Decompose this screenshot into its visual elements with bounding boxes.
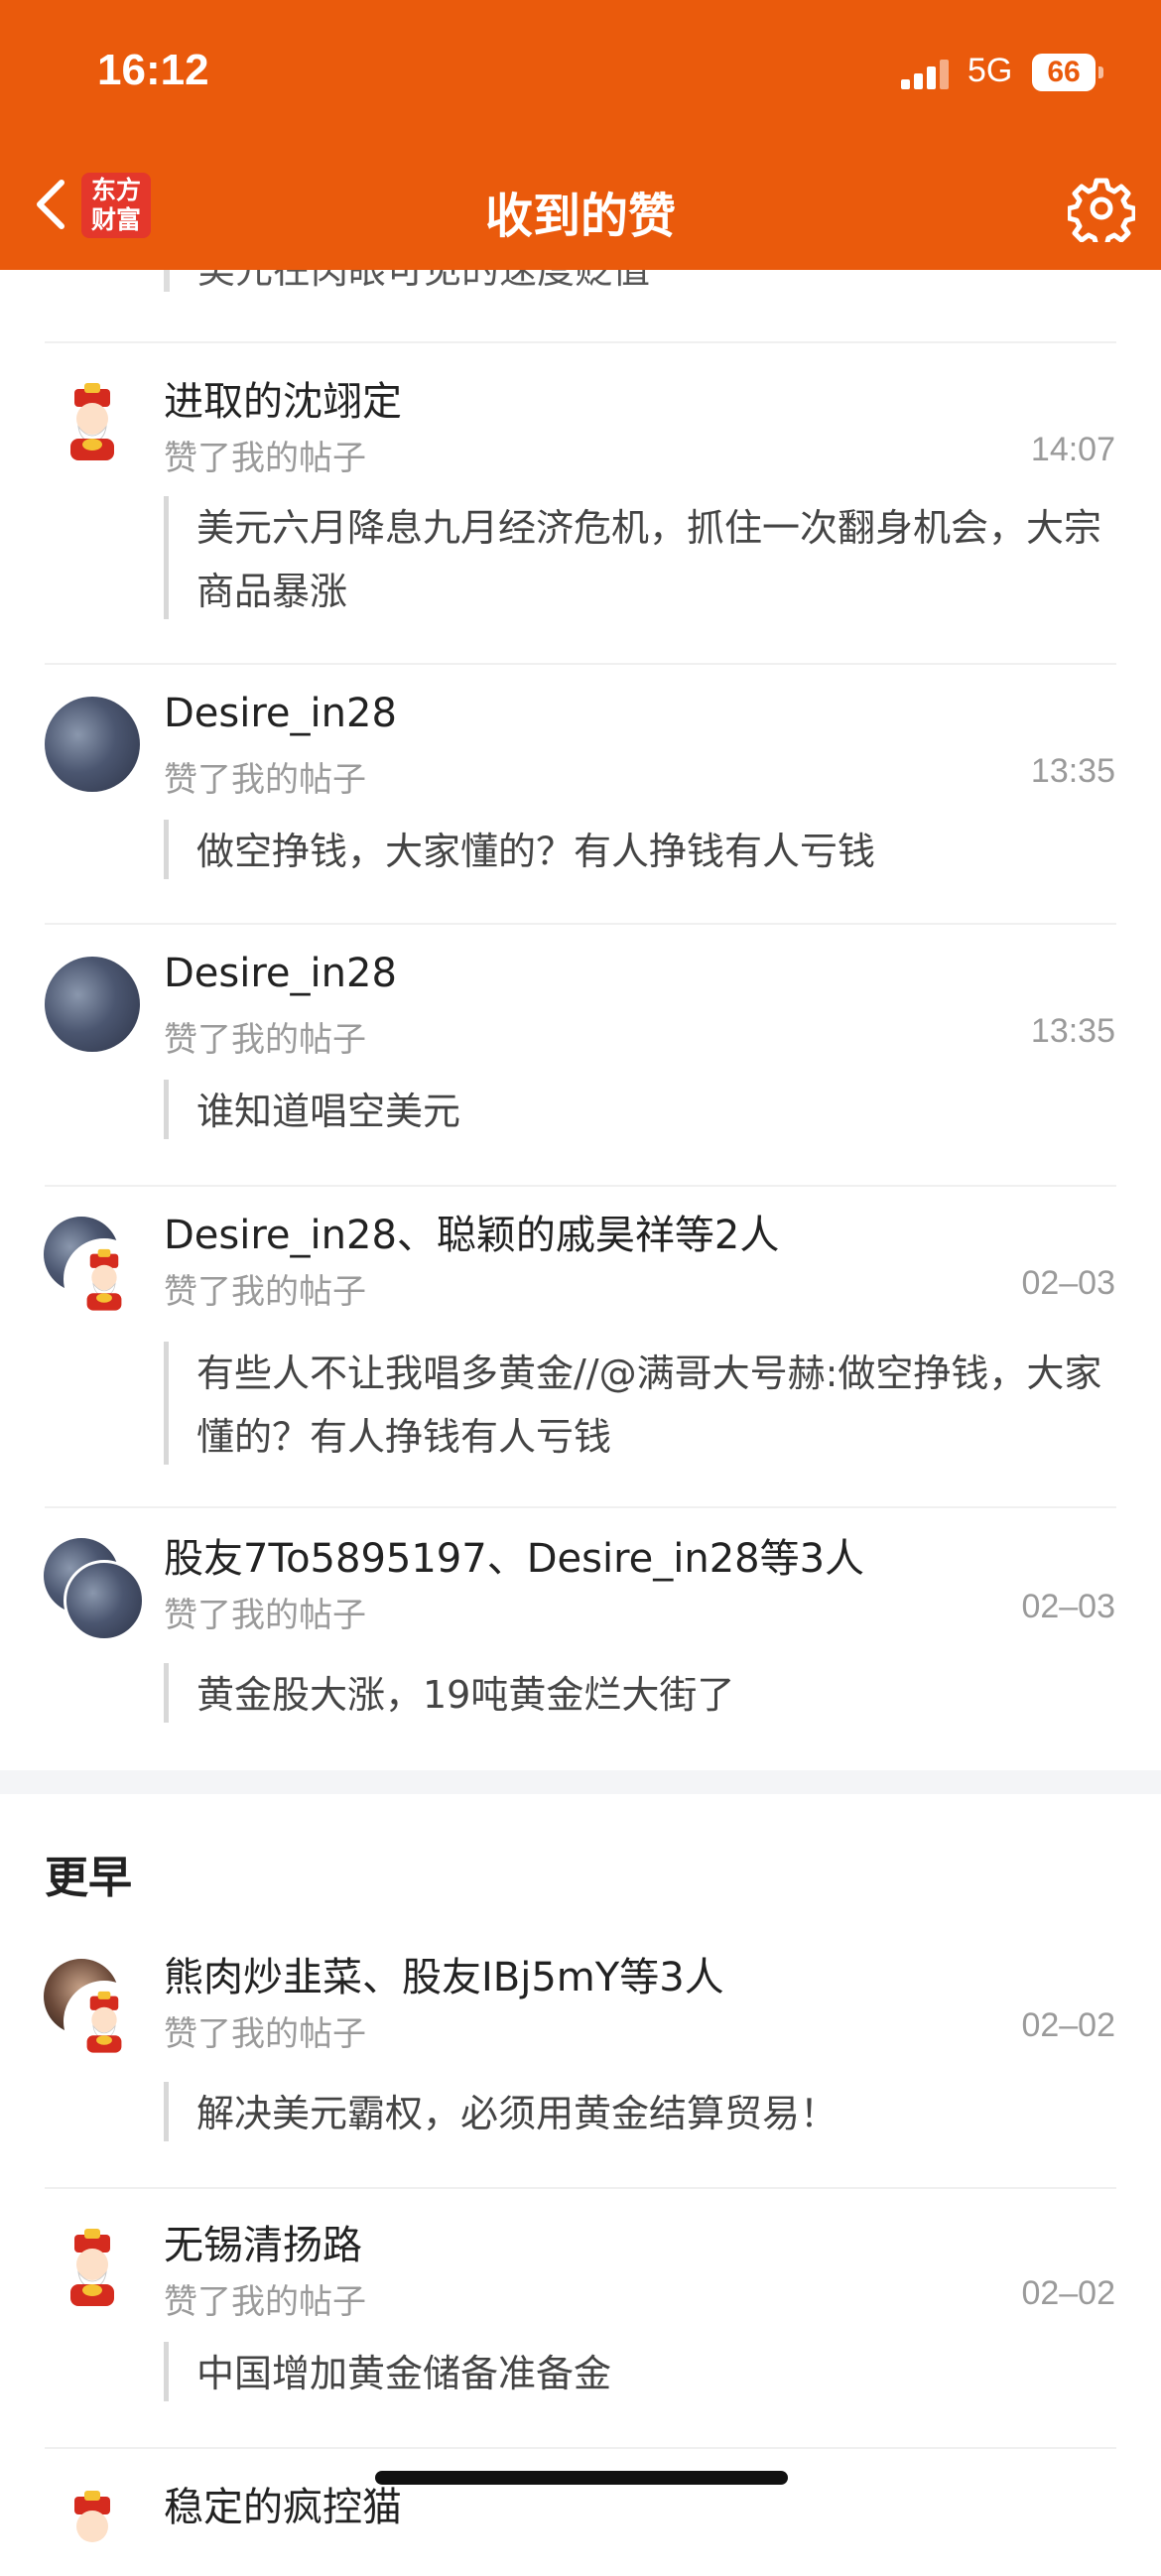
stacked-avatars[interactable] xyxy=(0,1959,149,2068)
caishen-avatar-icon xyxy=(45,373,140,468)
truncated-quote-text: 美元在肉眼可见的速度贬值 xyxy=(197,270,651,292)
section-title: 更早 xyxy=(45,1853,132,1903)
network-type: 5G xyxy=(968,52,1013,89)
timestamp: 13:35 xyxy=(1030,752,1115,790)
divider xyxy=(45,341,1116,343)
top-bar: 16:12 5G 66 东方 财富 收到的赞 xyxy=(0,0,1161,270)
divider xyxy=(45,2187,1116,2189)
page-title: 收到的赞 xyxy=(484,189,676,244)
liker-name[interactable]: Desire_in28 xyxy=(164,691,397,736)
liker-name[interactable]: 进取的沈翊定 xyxy=(164,369,402,427)
post-quote[interactable]: 做空挣钱，大家懂的？有人挣钱有人亏钱 xyxy=(164,820,1116,879)
avatar[interactable] xyxy=(45,373,140,468)
avatar[interactable] xyxy=(45,2481,140,2576)
action-text: 赞了我的帖子 xyxy=(164,760,366,800)
signal-icon xyxy=(901,58,953,89)
action-text: 赞了我的帖子 xyxy=(164,1020,366,1060)
avatar[interactable] xyxy=(45,697,140,792)
divider xyxy=(45,1506,1116,1508)
post-quote[interactable]: 中国增加黄金储备准备金 xyxy=(164,2342,1116,2401)
timestamp: 02–03 xyxy=(1021,1264,1115,1302)
timestamp: 02–02 xyxy=(1021,2006,1115,2044)
liker-name[interactable]: 无锡清扬路 xyxy=(164,2213,362,2270)
divider xyxy=(45,663,1116,665)
divider xyxy=(45,923,1116,925)
caishen-avatar-icon xyxy=(64,1238,145,1320)
post-quote[interactable]: 黄金股大涨，19吨黄金烂大街了 xyxy=(164,1663,1116,1723)
status-time: 16:12 xyxy=(97,46,209,94)
action-text: 赞了我的帖子 xyxy=(164,1596,366,1635)
stacked-avatars[interactable] xyxy=(0,1538,149,1647)
avatar xyxy=(64,1560,145,1641)
settings-gear-icon[interactable] xyxy=(1068,175,1135,242)
battery-icon: 66 xyxy=(1032,54,1103,91)
post-quote[interactable]: 美元六月降息九月经济危机，抓住一次翻身机会，大宗商品暴涨 xyxy=(164,496,1116,619)
post-quote[interactable]: 解决美元霸权，必须用黄金结算贸易！ xyxy=(164,2082,1116,2141)
timestamp: 02–02 xyxy=(1021,2274,1115,2312)
action-text: 赞了我的帖子 xyxy=(164,2014,366,2054)
truncated-quote: 美元在肉眼可见的速度贬值 xyxy=(164,270,1122,292)
divider xyxy=(45,2447,1116,2449)
post-quote[interactable]: 谁知道唱空美元 xyxy=(164,1080,1116,1139)
stacked-avatars[interactable] xyxy=(0,1217,149,1326)
caishen-avatar-icon xyxy=(74,2491,110,2542)
liker-name[interactable]: 熊肉炒韭菜、股友IBj5mY等3人 xyxy=(164,1945,724,2002)
liker-name[interactable]: Desire_in28 xyxy=(164,951,397,996)
liker-name[interactable]: 稳定的疯控猫 xyxy=(164,2475,402,2532)
avatar[interactable] xyxy=(45,957,140,1052)
avatar[interactable] xyxy=(45,2219,140,2314)
timestamp: 02–03 xyxy=(1021,1588,1115,1625)
caishen-avatar-icon xyxy=(64,1981,145,2062)
action-text: 赞了我的帖子 xyxy=(164,439,366,478)
caishen-avatar-icon xyxy=(70,2229,114,2306)
post-quote[interactable]: 有些人不让我唱多黄金//@满哥大号赫:做空挣钱，大家懂的？有人挣钱有人亏钱 xyxy=(164,1342,1116,1465)
home-indicator[interactable] xyxy=(375,2471,788,2485)
action-text: 赞了我的帖子 xyxy=(164,2282,366,2322)
action-text: 赞了我的帖子 xyxy=(164,1272,366,1312)
section-divider xyxy=(0,1770,1161,1794)
liker-name[interactable]: Desire_in28、聪颖的戚昊祥等2人 xyxy=(164,1203,779,1260)
liker-name[interactable]: 股友7To5895197、Desire_in28等3人 xyxy=(164,1526,864,1584)
timestamp: 14:07 xyxy=(1030,431,1115,468)
timestamp: 13:35 xyxy=(1030,1012,1115,1050)
divider xyxy=(45,1185,1116,1187)
